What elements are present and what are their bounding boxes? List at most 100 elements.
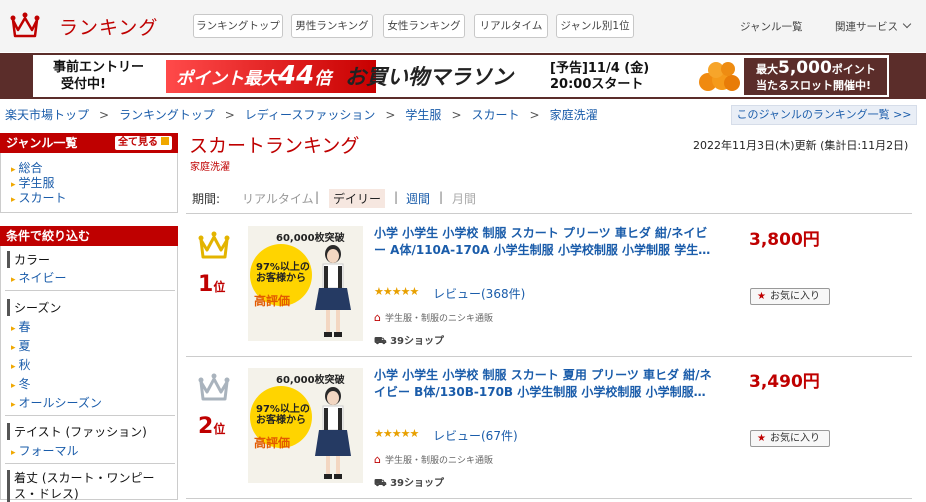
tab-period-monthly[interactable]: 月間: [452, 190, 476, 207]
shop-house-icon: ⌂: [374, 311, 381, 324]
chevron-down-icon: [902, 19, 912, 29]
thumb-pct-line2: お客様から: [256, 415, 306, 426]
updated-date: 2022年11月3日(木)更新 (集計日:11月2日): [693, 139, 909, 152]
shop-link[interactable]: ⌂ 学生服・制服のニシキ通販: [374, 311, 493, 324]
breadcrumb-school-uniform[interactable]: 学生服: [405, 108, 441, 122]
filter-item-autumn[interactable]: 秋: [11, 356, 31, 373]
truck-icon: ⛟: [374, 336, 387, 347]
sidebar-genre-title: ジャンル一覧: [6, 136, 78, 150]
genre-list-link[interactable]: ジャンル一覧: [740, 19, 802, 34]
tab-period-weekly[interactable]: 週間: [406, 190, 430, 207]
thumb-rating-text: 高評価: [254, 294, 291, 308]
banner-entry-line1: 事前エントリー: [53, 60, 145, 75]
breadcrumb-separator: >: [224, 108, 235, 122]
thumb-pct-line1: 97%以上の: [256, 404, 310, 415]
review-link[interactable]: レビュー(67件): [433, 427, 518, 444]
filter-category-length: 着丈 (スカート・ワンピース・ドレス): [7, 470, 167, 502]
breadcrumb-home-wash[interactable]: 家庭洗濯: [550, 108, 598, 122]
genre-ranking-list-button[interactable]: このジャンルのランキング一覧 >>: [731, 105, 917, 125]
filter-item-winter[interactable]: 冬: [11, 375, 31, 392]
breadcrumb-ranking-top[interactable]: ランキングトップ: [119, 108, 215, 122]
shop-house-icon: ⌂: [374, 453, 381, 466]
favorite-button[interactable]: ★ お気に入り: [750, 288, 830, 305]
ranking-item: 1位 60,000枚突破 97%以上の お客様から 高評価 小学 小学生 小学校 …: [186, 215, 912, 357]
tab-female-ranking[interactable]: 女性ランキング: [383, 14, 465, 38]
shipping-text: 39ショップ: [390, 478, 444, 489]
sidebar-filter-header: 条件で絞り込む: [0, 226, 178, 246]
shop-link[interactable]: ⌂ 学生服・制服のニシキ通販: [374, 453, 493, 466]
filter-item-formal[interactable]: フォーマル: [11, 442, 79, 459]
thumb-pct-text: 97%以上の お客様から: [256, 262, 310, 284]
ranking-logo-text[interactable]: ランキング: [59, 13, 158, 40]
rank-value: 1: [198, 272, 214, 297]
sidebar-item-skirt[interactable]: スカート: [11, 189, 67, 206]
student-model-image: [315, 387, 351, 479]
banner-entry-line2: 受付中!: [61, 77, 106, 92]
product-price: 3,490円: [749, 372, 820, 392]
breadcrumb-rakuten-top[interactable]: 楽天市場トップ: [5, 108, 89, 122]
product-title-link[interactable]: 小学 小学生 小学校 制服 スカート プリーツ 車ヒダ 紺/ネイビー A体/11…: [374, 225, 714, 259]
filter-item-spring[interactable]: 春: [11, 318, 31, 335]
product-title-link[interactable]: 小学 小学生 小学校 制服 スカート 夏用 プリーツ 車ヒダ 紺/ネイビー B体…: [374, 367, 714, 401]
crown-logo-icon[interactable]: [10, 10, 40, 40]
product-thumbnail[interactable]: 60,000枚突破 97%以上の お客様から 高評価: [248, 368, 363, 483]
banner-date: [予告]11/4 (金) 20:00スタート: [550, 61, 649, 93]
favorite-label: お気に入り: [769, 433, 820, 444]
thumb-rating-text: 高評価: [254, 436, 291, 450]
shop-name: 学生服・制服のニシキ通販: [384, 314, 493, 324]
sidebar-genre-box: 総合 学生服 スカート: [0, 153, 178, 213]
sidebar-genre-header: ジャンル一覧 全て見る: [0, 133, 178, 153]
thumb-pct-line2: お客様から: [256, 273, 306, 284]
filter-category-color: カラー: [7, 251, 50, 268]
tab-period-daily[interactable]: デイリー: [329, 189, 386, 208]
rank-suffix: 位: [213, 280, 226, 294]
banner-slot-suffix: ポイント: [831, 63, 876, 76]
divider: [5, 415, 175, 416]
banner-slot-prefix: 最大: [756, 63, 778, 76]
divider: [5, 463, 175, 464]
breadcrumb-separator: >: [451, 108, 462, 122]
show-all-button[interactable]: 全て見る: [115, 136, 172, 150]
thumb-count-text: 60,000枚突破: [276, 375, 345, 386]
gold-crown-icon: [198, 231, 230, 259]
thumb-pct-line1: 97%以上の: [256, 262, 310, 273]
period-separator: |: [439, 190, 444, 204]
review-link[interactable]: レビュー(368件): [433, 285, 525, 302]
rating-stars-icon: ★★★★★: [374, 285, 419, 298]
breadcrumb-skirt[interactable]: スカート: [472, 108, 520, 122]
thumb-count-text: 60,000枚突破: [276, 233, 345, 244]
related-services-menu[interactable]: 関連サービス: [835, 19, 912, 34]
shipping-badge: ⛟ 39ショップ: [374, 474, 444, 491]
filter-item-all-season[interactable]: オールシーズン: [11, 394, 102, 411]
product-thumbnail[interactable]: 60,000枚突破 97%以上の お客様から 高評価: [248, 226, 363, 341]
tab-period-realtime[interactable]: リアルタイム: [242, 190, 314, 207]
tab-male-ranking[interactable]: 男性ランキング: [291, 14, 373, 38]
banner-entry-text: 事前エントリー 受付中!: [53, 59, 144, 93]
shipping-text: 39ショップ: [390, 336, 444, 347]
filter-item-summer[interactable]: 夏: [11, 337, 31, 354]
tab-genre-first[interactable]: ジャンル別1位: [556, 14, 634, 38]
banner-date-line2: 20:00スタート: [550, 77, 644, 92]
tab-ranking-top[interactable]: ランキングトップ: [193, 14, 283, 38]
banner-slot-box: 最大5,000ポイント 当たるスロット開催中!: [744, 58, 887, 95]
tab-realtime[interactable]: リアルタイム: [474, 14, 548, 38]
promo-banner[interactable]: 事前エントリー 受付中! ポイント最大44倍 お買い物マラソン [予告]11/4…: [0, 53, 926, 99]
breadcrumb-separator: >: [529, 108, 540, 122]
banner-slot-line2: 当たるスロット開催中!: [756, 79, 872, 92]
star-icon: ★: [757, 291, 766, 302]
banner-point-suffix: 倍: [314, 69, 332, 89]
star-icon: ★: [757, 433, 766, 444]
arrow-box-icon: [161, 137, 169, 145]
header: ランキング ランキングトップ 男性ランキング 女性ランキング リアルタイム ジャ…: [0, 0, 926, 52]
favorite-button[interactable]: ★ お気に入り: [750, 430, 830, 447]
filter-item-navy[interactable]: ネイビー: [11, 269, 67, 286]
page-subtitle-link[interactable]: 家庭洗濯: [190, 158, 230, 173]
sidebar-filter-box: カラー ネイビー シーズン 春 夏 秋 冬 オールシーズン テイスト (ファッシ…: [0, 246, 178, 502]
favorite-label: お気に入り: [769, 291, 820, 302]
banner-point-prefix: ポイント最大: [176, 69, 278, 89]
rank-value: 2: [198, 414, 214, 439]
silver-crown-icon: [198, 373, 230, 401]
divider: [5, 290, 175, 291]
breadcrumb-ladies-fashion[interactable]: レディースファッション: [245, 108, 376, 122]
banner-slot-value: 5,000: [778, 58, 832, 78]
